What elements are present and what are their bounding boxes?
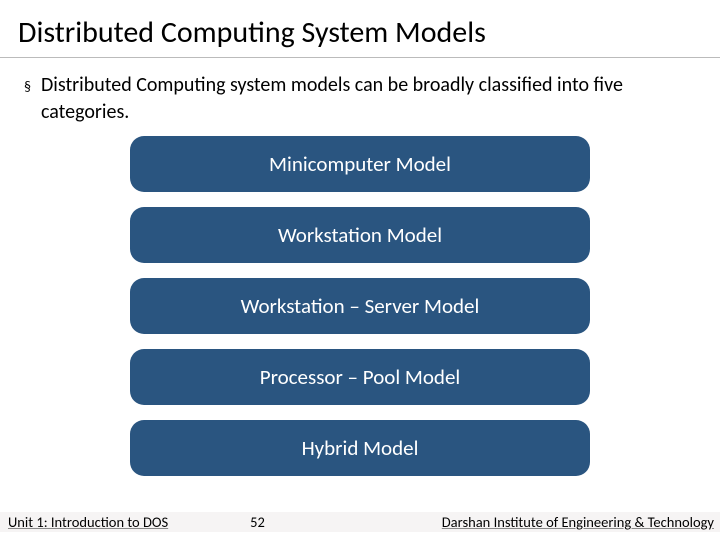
model-workstation: Workstation Model [130,207,590,263]
model-minicomputer: Minicomputer Model [130,136,590,192]
bullet-text: Distributed Computing system models can … [41,72,696,126]
bullet-item: § Distributed Computing system models ca… [24,72,696,126]
footer-page-number: 52 [250,513,265,531]
footer-unit: Unit 1: Introduction to DOS [8,513,168,531]
slide-footer: Unit 1: Introduction to DOS 52 Darshan I… [0,512,720,532]
footer-organization: Darshan Institute of Engineering & Techn… [442,513,714,531]
bullet-mark: § [24,78,31,97]
slide-body: § Distributed Computing system models ca… [0,58,720,476]
model-hybrid: Hybrid Model [130,420,590,476]
models-list: Minicomputer Model Workstation Model Wor… [24,136,696,476]
model-workstation-server: Workstation – Server Model [130,278,590,334]
model-processor-pool: Processor – Pool Model [130,349,590,405]
slide-title: Distributed Computing System Models [0,0,720,58]
